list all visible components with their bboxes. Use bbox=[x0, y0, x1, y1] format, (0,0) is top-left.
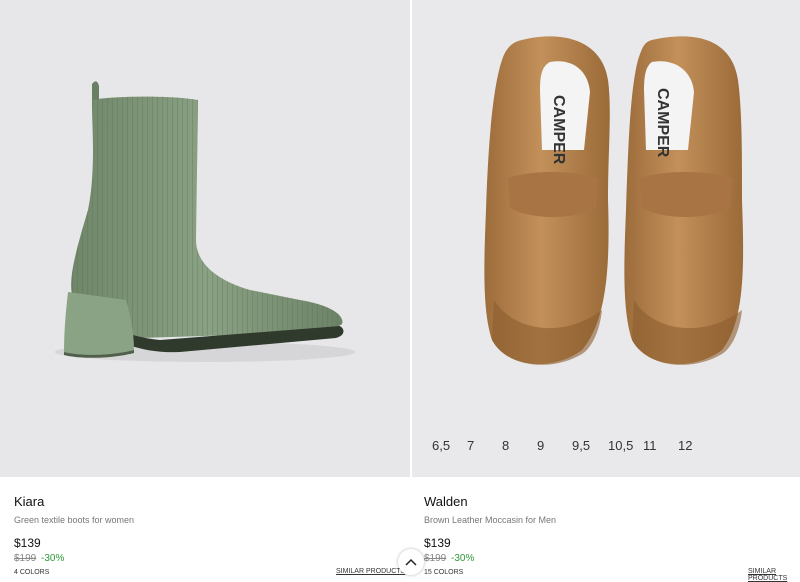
colors-count[interactable]: 4 COLORS bbox=[14, 569, 49, 576]
product-image-kiara[interactable] bbox=[0, 0, 410, 477]
size-option[interactable]: 8 bbox=[502, 438, 509, 453]
product-info: Kiara Green textile boots for women bbox=[14, 494, 410, 525]
product-description: Green textile boots for women bbox=[14, 515, 135, 525]
product-info: Walden Brown Leather Moccasin for Men bbox=[424, 494, 800, 525]
product-name[interactable]: Kiara bbox=[14, 494, 410, 509]
similar-products-link[interactable]: SIMILAR PRODUCTS bbox=[748, 568, 800, 582]
original-price: $199 bbox=[424, 553, 447, 564]
brown-loafers-image: CAMPER CAMPER bbox=[484, 36, 744, 365]
brand-logo-left: CAMPER bbox=[550, 95, 567, 165]
chevron-up-icon bbox=[405, 558, 417, 566]
size-option[interactable]: 11 bbox=[643, 438, 657, 453]
size-option[interactable]: 10,5 bbox=[608, 438, 633, 453]
size-option[interactable]: 9,5 bbox=[572, 438, 590, 453]
product-card-kiara[interactable]: Kiara Green textile boots for women $139… bbox=[0, 0, 410, 578]
product-card-walden[interactable]: CAMPER CAMPER 6,5 7 8 9 9,5 10,5 11 12 W… bbox=[412, 0, 800, 582]
product-price: $139 bbox=[424, 536, 451, 550]
discount-badge: -30% bbox=[41, 553, 65, 564]
similar-products-link[interactable]: SIMILAR PRODUCTS bbox=[336, 568, 405, 575]
scroll-top-button[interactable] bbox=[398, 549, 424, 575]
product-image-walden[interactable]: CAMPER CAMPER 6,5 7 8 9 9,5 10,5 11 12 bbox=[412, 0, 800, 477]
green-boot-image bbox=[55, 81, 355, 362]
size-option[interactable]: 12 bbox=[678, 438, 692, 453]
colors-count[interactable]: 15 COLORS bbox=[424, 569, 463, 576]
size-option[interactable]: 9 bbox=[537, 438, 544, 453]
size-selector: 6,5 7 8 9 9,5 10,5 11 12 bbox=[412, 438, 800, 456]
product-name[interactable]: Walden bbox=[424, 494, 800, 509]
product-description: Brown Leather Moccasin for Men bbox=[424, 515, 557, 525]
size-option[interactable]: 6,5 bbox=[432, 438, 450, 453]
product-price: $139 bbox=[14, 536, 41, 550]
size-option[interactable]: 7 bbox=[467, 438, 474, 453]
brand-logo-right: CAMPER bbox=[654, 88, 671, 158]
product-grid: Kiara Green textile boots for women $139… bbox=[0, 0, 800, 582]
discount-badge: -30% bbox=[451, 553, 475, 564]
original-price: $199 bbox=[14, 553, 37, 564]
